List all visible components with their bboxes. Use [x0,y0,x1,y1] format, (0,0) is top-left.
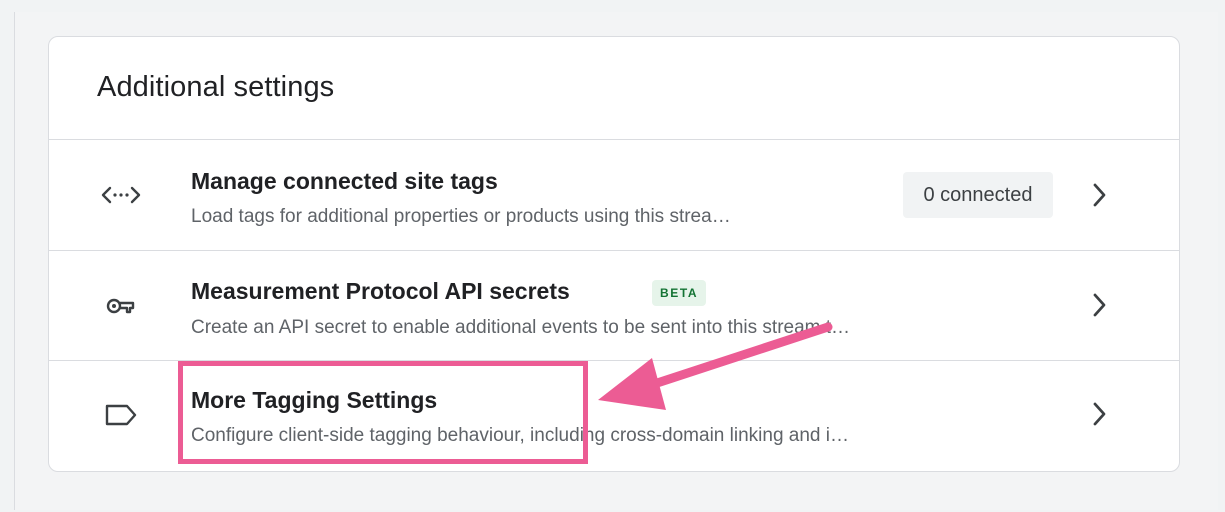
label-icon [99,393,143,437]
row-manage-connected-site-tags[interactable]: Manage connected site tags Load tags for… [49,140,1179,250]
chevron-right-icon [1085,181,1113,209]
row-measurement-protocol-api-secrets[interactable]: Measurement Protocol API secrets BETA Cr… [49,251,1179,361]
row-title: Measurement Protocol API secrets [191,278,570,304]
additional-settings-card: Additional settings Manage connected sit… [48,36,1180,472]
key-icon [99,284,143,328]
beta-badge: BETA [652,280,707,306]
card-title: Additional settings [97,71,335,103]
chevron-right-icon [1085,400,1113,428]
row-more-tagging-settings[interactable]: More Tagging Settings Configure client-s… [49,361,1179,471]
row-description: Create an API secret to enable additiona… [191,317,851,338]
row-title: More Tagging Settings [191,387,438,413]
code-icon [99,173,143,217]
row-description: Load tags for additional properties or p… [191,206,731,227]
row-description: Configure client-side tagging behaviour,… [191,425,849,446]
chevron-right-icon [1085,291,1113,319]
connected-count-chip: 0 connected [903,172,1053,218]
row-title: Manage connected site tags [191,168,498,194]
